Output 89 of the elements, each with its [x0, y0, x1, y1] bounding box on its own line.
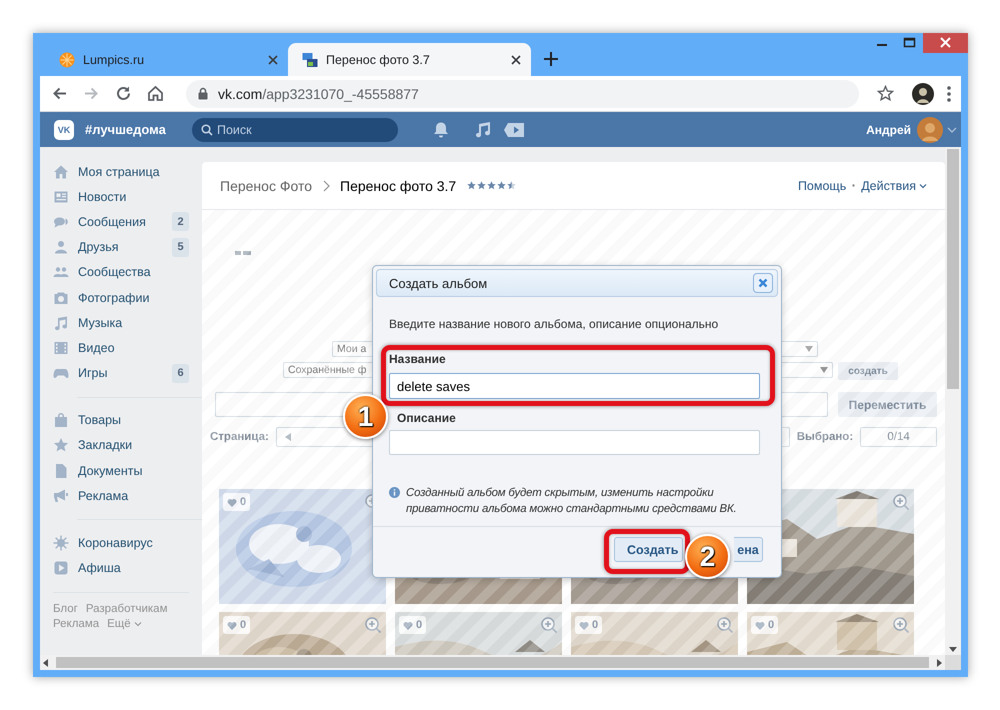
photos-icon	[302, 52, 318, 68]
create-button[interactable]: Создать	[614, 537, 683, 562]
loading-icon	[235, 251, 251, 256]
info-text: Созданный альбом будет скрытым, изменить настройки приватности альбома можно стандартными средствами ВК.	[406, 486, 738, 517]
citrus-icon	[59, 52, 75, 68]
close-icon[interactable]	[511, 54, 521, 64]
left-arrow-icon	[284, 433, 291, 441]
camera-icon	[53, 290, 69, 306]
dropdown-arrow-icon	[820, 367, 828, 373]
separator-dot-icon	[852, 184, 856, 187]
page-label: Страница:	[210, 431, 269, 443]
count-badge: 5	[172, 238, 189, 257]
close-icon	[758, 278, 768, 288]
dialog-text: Введите название нового альбома, описание опционально	[389, 316, 720, 332]
scrollbar[interactable]	[40, 655, 945, 670]
sidebar-item[interactable]: Афиша	[53, 556, 189, 581]
sidebar-item[interactable]: Фотографии	[53, 284, 189, 310]
field-label: Описание	[397, 411, 456, 426]
home-icon	[53, 164, 69, 180]
field-label: Название	[389, 352, 446, 367]
bag-icon	[53, 412, 69, 428]
cancel-button[interactable]: ена	[734, 537, 763, 562]
logo[interactable]: VK	[54, 120, 74, 140]
star-icon	[53, 437, 69, 454]
user-name[interactable]: Андрей	[866, 122, 911, 136]
sidebar-item[interactable]: Сообщения 2	[53, 209, 189, 235]
actions-menu[interactable]: Действия	[861, 178, 927, 192]
info-icon	[389, 487, 400, 498]
bell-icon[interactable]	[431, 120, 451, 140]
chevron-icon[interactable]	[947, 126, 957, 134]
sidebar-item[interactable]: Сообщества	[53, 260, 189, 285]
music-icon[interactable]	[473, 120, 493, 140]
sidebar-item[interactable]: Коронавирус	[53, 530, 189, 556]
sidebar-item[interactable]: Игры 6	[53, 360, 189, 386]
newspaper-icon	[53, 188, 69, 205]
chevron-icon	[134, 620, 142, 627]
chevron-icon	[322, 180, 330, 192]
megaphone-icon	[53, 488, 69, 504]
document-icon	[53, 462, 69, 479]
dropdown-arrow-icon	[805, 346, 813, 352]
search-field[interactable]: Поиск	[192, 118, 398, 142]
sidebar-item[interactable]: Закладки	[53, 432, 189, 458]
sidebar-item[interactable]: Музыка	[53, 310, 189, 336]
address-bar[interactable]: vk.com/app3231070_-45558877	[186, 80, 859, 108]
input-field[interactable]	[389, 430, 760, 455]
sidebar-item[interactable]: Видео	[53, 335, 189, 360]
selected-count: 0/14	[860, 427, 937, 447]
sidebar-item[interactable]: Товары	[53, 408, 189, 433]
virus-icon	[53, 535, 69, 552]
reload-icon[interactable]	[114, 84, 133, 103]
heart-icon	[403, 620, 413, 630]
film-icon	[53, 340, 69, 356]
breadcrumb-link[interactable]: Перенос Фото	[220, 178, 312, 194]
play-icon	[53, 560, 69, 576]
heart-icon	[227, 620, 237, 630]
music-icon	[53, 314, 69, 331]
new-tab-icon[interactable]	[541, 49, 561, 69]
help-link[interactable]: Помощь	[798, 178, 846, 192]
page-title: #лучшедома	[85, 122, 167, 137]
sidebar-item[interactable]: Друзья 5	[53, 234, 189, 260]
browser-tab[interactable]: Перенос фото 3.7	[288, 43, 531, 76]
chevron-icon	[919, 182, 927, 188]
search-icon	[201, 124, 213, 136]
selected-label: Выбрано:	[796, 431, 854, 443]
sidebar-item[interactable]: Моя страница	[53, 159, 189, 184]
step-marker: 2	[685, 534, 730, 579]
scrollbar[interactable]	[945, 147, 961, 655]
menu-icon[interactable]	[947, 86, 951, 102]
person-icon	[53, 239, 69, 256]
star-icon[interactable]	[877, 85, 894, 102]
sidebar-item[interactable]: Новости	[53, 184, 189, 210]
lock-icon	[198, 87, 208, 100]
home-icon[interactable]	[146, 84, 165, 103]
input-field[interactable]: delete saves	[389, 373, 760, 399]
avatar[interactable]	[912, 82, 934, 104]
sidebar-item[interactable]: Документы	[53, 458, 189, 484]
app-title: Перенос фото 3.7	[340, 178, 456, 194]
count-badge: 2	[172, 212, 189, 232]
heart-icon	[579, 620, 589, 630]
close-button[interactable]	[753, 273, 773, 293]
count-badge: 6	[172, 364, 189, 383]
heart-icon	[227, 498, 237, 506]
sidebar-item[interactable]: Реклама	[53, 483, 189, 508]
dialog-title: Создать альбом	[389, 276, 488, 290]
url-text: vk.com/app3231070_-45558877	[218, 86, 419, 102]
scrollbar-corner	[945, 655, 961, 670]
browser-tab[interactable]: Lumpics.ru	[45, 43, 288, 76]
heart-icon	[755, 620, 765, 630]
close-icon[interactable]	[268, 54, 278, 64]
